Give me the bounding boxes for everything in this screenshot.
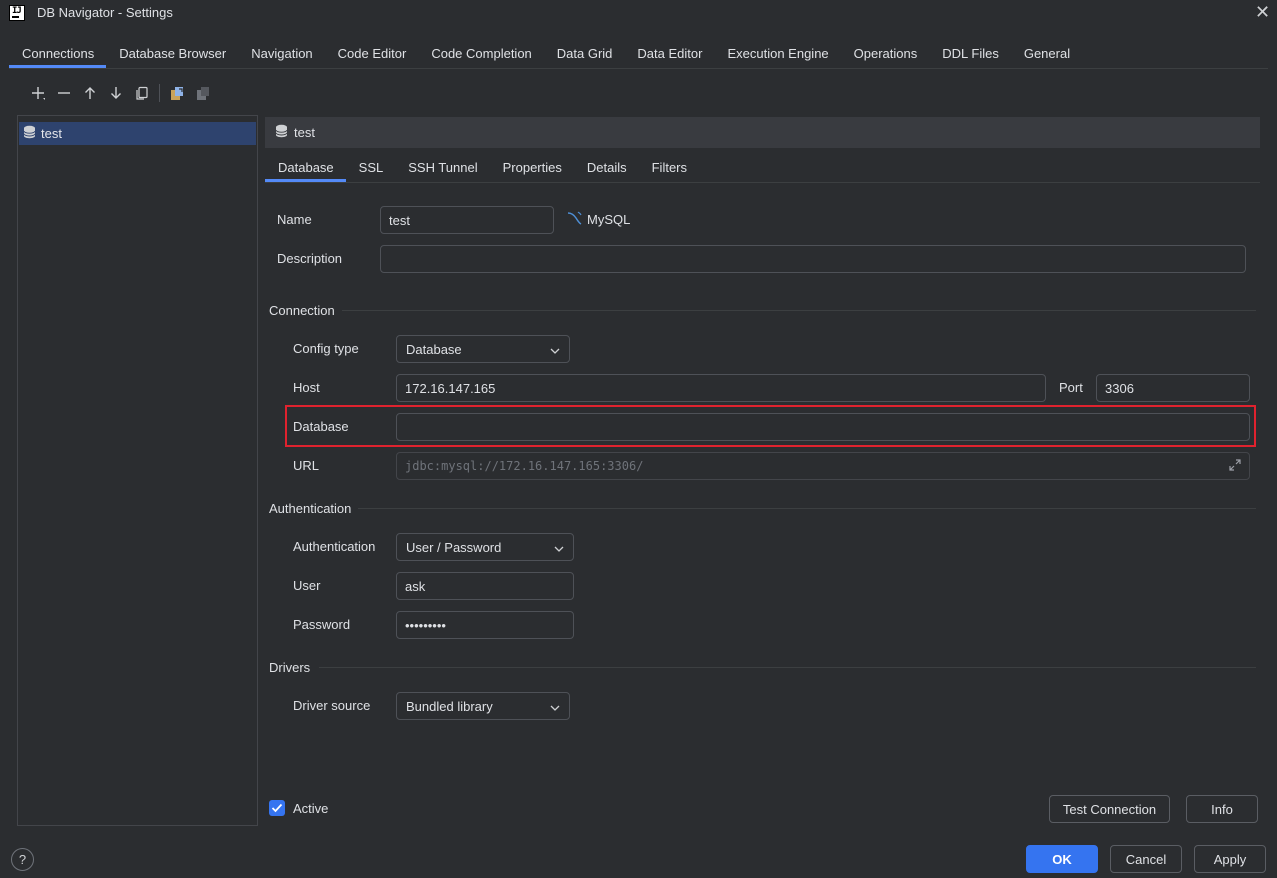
authentication-select[interactable]: User / Password bbox=[396, 533, 574, 561]
authentication-section-title: Authentication bbox=[269, 501, 352, 516]
tab-database-browser[interactable]: Database Browser bbox=[106, 42, 238, 68]
cancel-button[interactable]: Cancel bbox=[1110, 845, 1182, 873]
help-button[interactable]: ? bbox=[11, 848, 34, 871]
driver-source-select[interactable]: Bundled library bbox=[396, 692, 570, 720]
tab-code-editor[interactable]: Code Editor bbox=[325, 42, 419, 68]
title-bar: IJ DB Navigator - Settings ✕ bbox=[0, 0, 1277, 28]
host-field[interactable] bbox=[396, 374, 1046, 402]
expand-icon[interactable] bbox=[1228, 458, 1242, 475]
export-icon[interactable] bbox=[164, 83, 190, 103]
authentication-value: User / Password bbox=[406, 539, 502, 555]
info-button[interactable]: Info bbox=[1186, 795, 1258, 823]
copy-icon[interactable] bbox=[129, 83, 155, 103]
connection-name: test bbox=[41, 126, 62, 141]
apply-button[interactable]: Apply bbox=[1194, 845, 1266, 873]
tab-connections[interactable]: Connections bbox=[9, 42, 107, 68]
tab-filters[interactable]: Filters bbox=[639, 156, 699, 182]
connection-header-title: test bbox=[294, 125, 315, 140]
tabs-divider bbox=[9, 68, 1268, 69]
settings-tabs: Connections Database Browser Navigation … bbox=[9, 42, 1082, 68]
move-down-icon[interactable] bbox=[103, 83, 129, 103]
user-label: User bbox=[293, 578, 321, 593]
tab-code-completion[interactable]: Code Completion bbox=[418, 42, 543, 68]
url-label: URL bbox=[293, 458, 320, 473]
config-type-value: Database bbox=[406, 341, 462, 357]
inner-tabs-divider bbox=[265, 182, 1260, 183]
database-icon bbox=[275, 124, 288, 141]
tab-ddl-files[interactable]: DDL Files bbox=[929, 42, 1011, 68]
config-type-select[interactable]: Database bbox=[396, 335, 570, 363]
port-field[interactable] bbox=[1096, 374, 1250, 402]
database-icon bbox=[23, 125, 36, 142]
tab-data-grid[interactable]: Data Grid bbox=[544, 42, 625, 68]
chevron-down-icon bbox=[550, 342, 560, 357]
remove-icon[interactable] bbox=[51, 83, 77, 103]
section-divider bbox=[358, 508, 1256, 509]
description-label: Description bbox=[277, 251, 343, 266]
ok-button[interactable]: OK bbox=[1026, 845, 1098, 873]
connection-header: test bbox=[265, 117, 1260, 148]
tab-operations[interactable]: Operations bbox=[841, 42, 930, 68]
active-label: Active bbox=[293, 801, 329, 816]
import-icon[interactable] bbox=[190, 83, 216, 103]
tab-details[interactable]: Details bbox=[574, 156, 639, 182]
description-field[interactable] bbox=[380, 245, 1246, 273]
connection-list: test bbox=[17, 115, 258, 826]
user-field[interactable] bbox=[396, 572, 574, 600]
database-label: Database bbox=[293, 419, 349, 434]
tab-ssl[interactable]: SSL bbox=[346, 156, 396, 182]
config-type-label: Config type bbox=[293, 341, 359, 356]
driver-source-label: Driver source bbox=[293, 698, 371, 713]
section-divider bbox=[342, 310, 1256, 311]
tab-database[interactable]: Database bbox=[265, 156, 346, 182]
close-icon[interactable]: ✕ bbox=[1255, 2, 1270, 23]
password-label: Password bbox=[293, 617, 351, 632]
move-up-icon[interactable] bbox=[77, 83, 103, 103]
window-title: DB Navigator - Settings bbox=[37, 5, 173, 20]
tab-general[interactable]: General bbox=[1011, 42, 1082, 68]
checkmark-icon bbox=[271, 803, 283, 813]
active-checkbox[interactable] bbox=[269, 800, 285, 816]
password-field[interactable] bbox=[396, 611, 574, 639]
connection-toolbar bbox=[25, 83, 216, 103]
tab-ssh-tunnel[interactable]: SSH Tunnel bbox=[395, 156, 489, 182]
url-field[interactable] bbox=[396, 452, 1250, 480]
chevron-down-icon bbox=[550, 699, 560, 714]
tab-navigation[interactable]: Navigation bbox=[238, 42, 324, 68]
drivers-section-title: Drivers bbox=[269, 660, 311, 675]
toolbar-separator bbox=[159, 84, 160, 102]
connection-tabs: Database SSL SSH Tunnel Properties Detai… bbox=[265, 156, 699, 182]
intellij-app-icon: IJ bbox=[9, 5, 25, 21]
tab-properties[interactable]: Properties bbox=[490, 156, 574, 182]
name-field[interactable] bbox=[380, 206, 554, 234]
chevron-down-icon bbox=[554, 540, 564, 555]
mysql-icon bbox=[567, 211, 583, 228]
tab-execution-engine[interactable]: Execution Engine bbox=[714, 42, 840, 68]
section-divider bbox=[319, 667, 1256, 668]
database-type: MySQL bbox=[587, 212, 631, 227]
port-label: Port bbox=[1059, 380, 1083, 395]
database-field[interactable] bbox=[396, 413, 1250, 441]
connection-section-title: Connection bbox=[269, 303, 335, 318]
list-item[interactable]: test bbox=[19, 122, 256, 145]
host-label: Host bbox=[293, 380, 320, 395]
test-connection-button[interactable]: Test Connection bbox=[1049, 795, 1170, 823]
driver-source-value: Bundled library bbox=[406, 698, 493, 714]
authentication-label: Authentication bbox=[293, 539, 376, 554]
name-label: Name bbox=[277, 212, 312, 227]
tab-data-editor[interactable]: Data Editor bbox=[624, 42, 714, 68]
add-icon[interactable] bbox=[25, 83, 51, 103]
